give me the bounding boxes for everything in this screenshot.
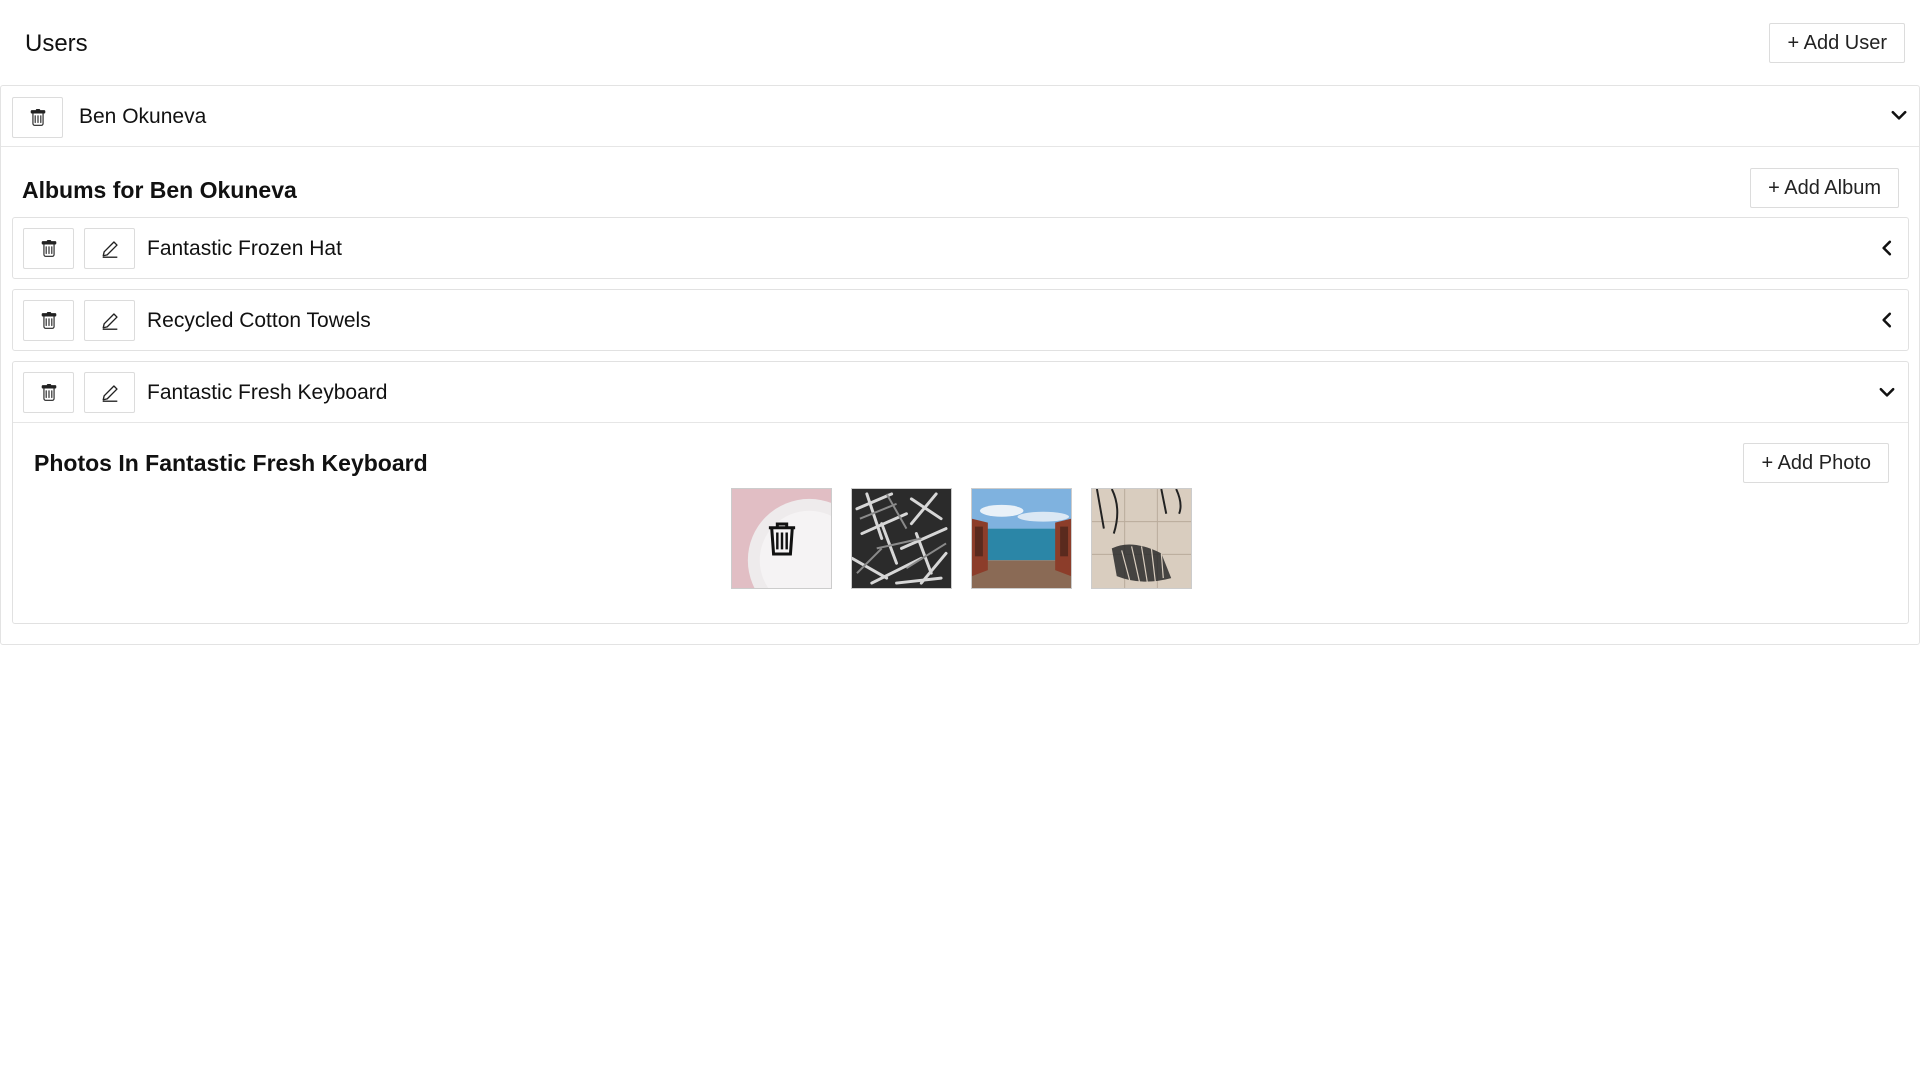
delete-album-button[interactable] [23, 300, 74, 341]
chevron-down-icon[interactable] [1878, 383, 1896, 401]
edit-album-button[interactable] [84, 228, 135, 269]
delete-album-button[interactable] [23, 372, 74, 413]
album-row[interactable]: Fantastic Fresh Keyboard [13, 362, 1908, 423]
albums-title: Albums for Ben Okuneva [22, 177, 297, 203]
user-name: Ben Okuneva [79, 105, 207, 128]
album-row[interactable]: Fantastic Frozen Hat [12, 217, 1909, 279]
user-header[interactable]: Ben Okuneva [1, 86, 1919, 147]
album-name: Fantastic Fresh Keyboard [147, 381, 388, 404]
album-name: Recycled Cotton Towels [147, 309, 371, 332]
pencil-icon [102, 312, 118, 330]
add-album-button[interactable]: + Add Album [1750, 168, 1899, 208]
edit-album-button[interactable] [84, 300, 135, 341]
album-row[interactable]: Recycled Cotton Towels [12, 289, 1909, 351]
delete-album-button[interactable] [23, 228, 74, 269]
edit-album-button[interactable] [84, 372, 135, 413]
user-card: Ben Okuneva Albums for Ben Okuneva + Add… [0, 85, 1920, 645]
trash-icon [41, 239, 56, 257]
chevron-down-icon[interactable] [1890, 106, 1908, 124]
chevron-left-icon[interactable] [1878, 311, 1896, 329]
trash-icon [41, 383, 56, 401]
add-photo-button[interactable]: + Add Photo [1743, 443, 1889, 483]
photo-thumbnail[interactable] [971, 488, 1072, 589]
photo-thumbnail[interactable] [731, 488, 832, 589]
page-header: Users + Add User [0, 0, 1920, 86]
photo-thumbnail[interactable] [1091, 488, 1192, 589]
add-user-button[interactable]: + Add User [1769, 23, 1905, 63]
photos-title: Photos In Fantastic Fresh Keyboard [34, 450, 428, 476]
chair-shadow-image [1092, 489, 1191, 588]
photo-thumbnail[interactable] [851, 488, 952, 589]
delete-user-button[interactable] [12, 97, 63, 138]
album-name: Fantastic Frozen Hat [147, 237, 342, 260]
album-expanded: Fantastic Fresh Keyboard Photos In Fanta… [12, 361, 1909, 624]
pencil-icon [102, 240, 118, 258]
page-title: Users [25, 30, 88, 57]
paperclips-image [852, 489, 951, 588]
pencil-icon [102, 384, 118, 402]
chevron-left-icon[interactable] [1878, 239, 1896, 257]
trash-icon [41, 311, 56, 329]
photo-grid [731, 488, 1192, 589]
trash-icon[interactable] [767, 521, 797, 557]
sea-view-image [972, 489, 1071, 588]
trash-icon [30, 108, 45, 126]
